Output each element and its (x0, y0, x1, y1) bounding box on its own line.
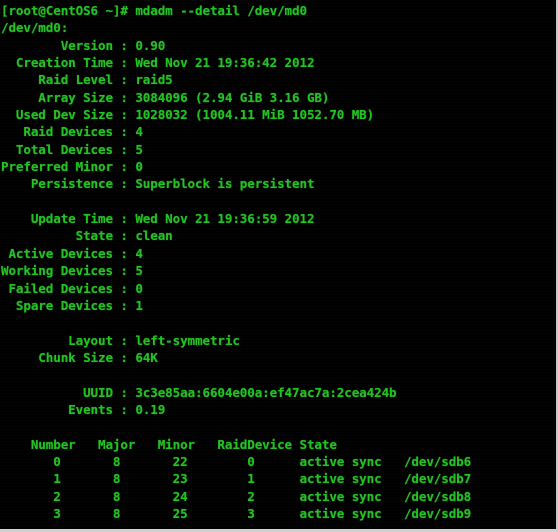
device-table-row: 0 8 22 0 active sync /dev/sdb6 (1, 453, 472, 469)
terminal-line-events: Events : 0.19 (1, 401, 166, 417)
terminal-window[interactable]: [root@CentOS6 ~]# mdadm --detail /dev/md… (0, 0, 558, 532)
terminal-line-used-dev-size: Used Dev Size : 1028032 (1004.11 MiB 105… (1, 107, 375, 123)
terminal-line-layout: Layout : left-symmetric (1, 332, 240, 348)
terminal-line-array-size: Array Size : 3084096 (2.94 GiB 3.16 GB) (1, 89, 330, 105)
terminal-line-total-devices: Total Devices : 5 (1, 141, 143, 157)
terminal-line-failed-devices: Failed Devices : 0 (1, 280, 143, 296)
terminal-line-preferred-minor: Preferred Minor : 0 (1, 159, 143, 175)
terminal-line-blank-2 (1, 314, 556, 331)
terminal-line-spare-devices: Spare Devices : 1 (1, 297, 143, 313)
terminal-line-command-prompt: [root@CentOS6 ~]# mdadm --detail /dev/md… (1, 3, 307, 18)
terminal-line-uuid: UUID : 3c3e85aa:6604e00a:ef47ac7a:2cea42… (1, 384, 397, 400)
terminal-line-blank-5 (1, 522, 556, 529)
terminal-line-blank-3 (1, 366, 556, 383)
device-table-row: 1 8 23 1 active sync /dev/sdb7 (1, 471, 472, 487)
device-table-row: 2 8 24 2 active sync /dev/sdb8 (1, 488, 472, 504)
terminal-line-working-devices: Working Devices : 5 (1, 263, 143, 279)
terminal-screen[interactable]: [root@CentOS6 ~]# mdadm --detail /dev/md… (0, 2, 556, 529)
terminal-line-raid-devices: Raid Devices : 4 (1, 124, 143, 140)
device-table-header: Number Major Minor RaidDevice State (1, 436, 337, 452)
terminal-line-device-header: /dev/md0: (1, 20, 69, 36)
terminal-line-chunk-size: Chunk Size : 64K (1, 349, 158, 365)
terminal-line-persistence: Persistence : Superblock is persistent (1, 176, 315, 192)
terminal-line-state: State : clean (1, 228, 173, 244)
terminal-line-update-time: Update Time : Wed Nov 21 19:36:59 2012 (1, 211, 315, 227)
terminal-line-version: Version : 0.90 (1, 37, 166, 53)
terminal-line-active-devices: Active Devices : 4 (1, 245, 143, 261)
terminal-line-raid-level: Raid Level : raid5 (1, 72, 173, 88)
terminal-line-blank-1 (1, 193, 556, 210)
terminal-line-blank-4 (1, 418, 556, 435)
terminal-line-creation-time: Creation Time : Wed Nov 21 19:36:42 2012 (1, 55, 315, 71)
device-table-row: 3 8 25 3 active sync /dev/sdb9 (1, 505, 472, 521)
